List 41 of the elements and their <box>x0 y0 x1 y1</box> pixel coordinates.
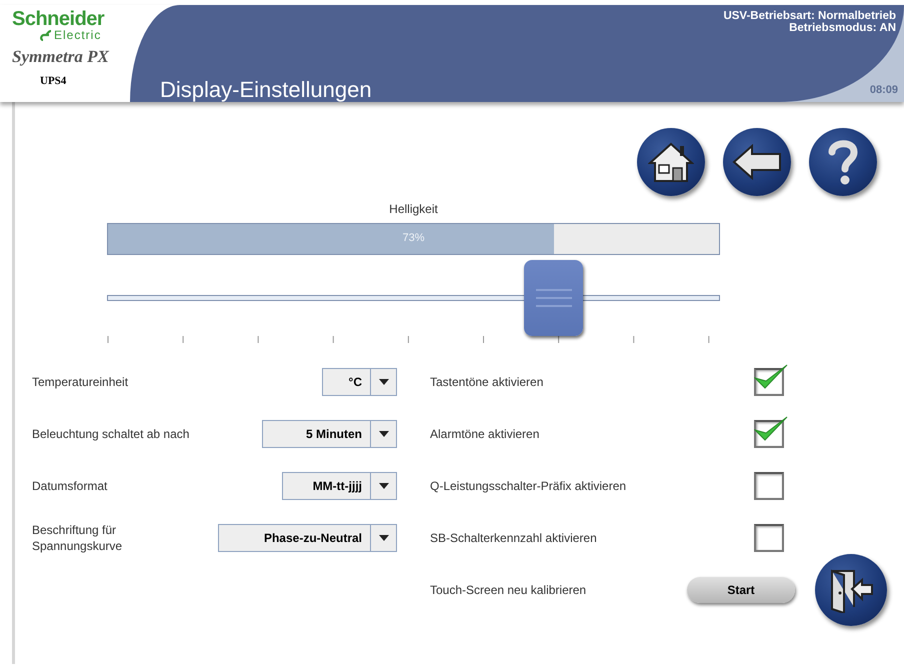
brightness-label: Helligkeit <box>389 202 438 216</box>
brand-logo-text: Schneider <box>12 9 106 29</box>
checkmark-icon <box>754 416 788 442</box>
dropdown[interactable]: MM-tt-jjjj <box>282 472 397 500</box>
left-arrow-icon <box>732 144 782 180</box>
question-mark-icon <box>828 138 858 186</box>
page-title: Display-Einstellungen <box>160 77 372 103</box>
setting-label: Alarmtöne aktivieren <box>430 426 540 442</box>
dropdown[interactable]: 5 Minuten <box>262 420 397 448</box>
status-text: Betriebsmodus: AN <box>789 22 896 34</box>
setting-label: Datumsformat <box>32 478 108 494</box>
brand-subtitle-text: Electric <box>54 29 102 41</box>
clock-time: 08:09 <box>870 84 898 96</box>
checkbox[interactable] <box>754 524 784 552</box>
caret-icon <box>378 483 388 489</box>
caret-icon <box>378 431 388 437</box>
caret-icon <box>378 379 388 385</box>
slider-thumb[interactable] <box>524 260 584 336</box>
product-name: Symmetra PX <box>12 47 110 67</box>
caret-icon <box>378 535 388 541</box>
logo-icon <box>40 30 52 40</box>
back-button[interactable] <box>723 128 791 196</box>
dropdown[interactable]: Phase-zu-Neutral <box>218 524 397 552</box>
device-name: UPS4 <box>40 75 68 87</box>
checkmark-icon <box>754 364 788 390</box>
setting-label: SB-Schalterkennzahl aktivieren <box>430 530 598 546</box>
setting-label: Tastentöne aktivieren <box>430 374 544 390</box>
status-text: USV-Betriebsart: Normalbetrieb <box>723 10 896 22</box>
start-button[interactable]: Start <box>687 577 795 603</box>
setting-label: Beschriftung für Spannungskurve <box>32 522 124 554</box>
home-button[interactable] <box>637 128 705 196</box>
setting-label: Beleuchtung schaltet ab nach <box>32 426 190 442</box>
help-button[interactable] <box>809 128 877 196</box>
checkbox[interactable] <box>754 472 784 500</box>
setting-label: Temperatureinheit <box>32 374 130 390</box>
dropdown[interactable]: °C <box>322 368 397 396</box>
home-icon <box>648 141 694 183</box>
exit-button[interactable] <box>815 554 887 626</box>
setting-label: Touch-Screen neu kalibrieren <box>430 582 588 598</box>
brightness-reading: 73% <box>401 232 426 244</box>
setting-label: Q-Leistungsschalter-Präfix aktivieren <box>430 478 628 494</box>
